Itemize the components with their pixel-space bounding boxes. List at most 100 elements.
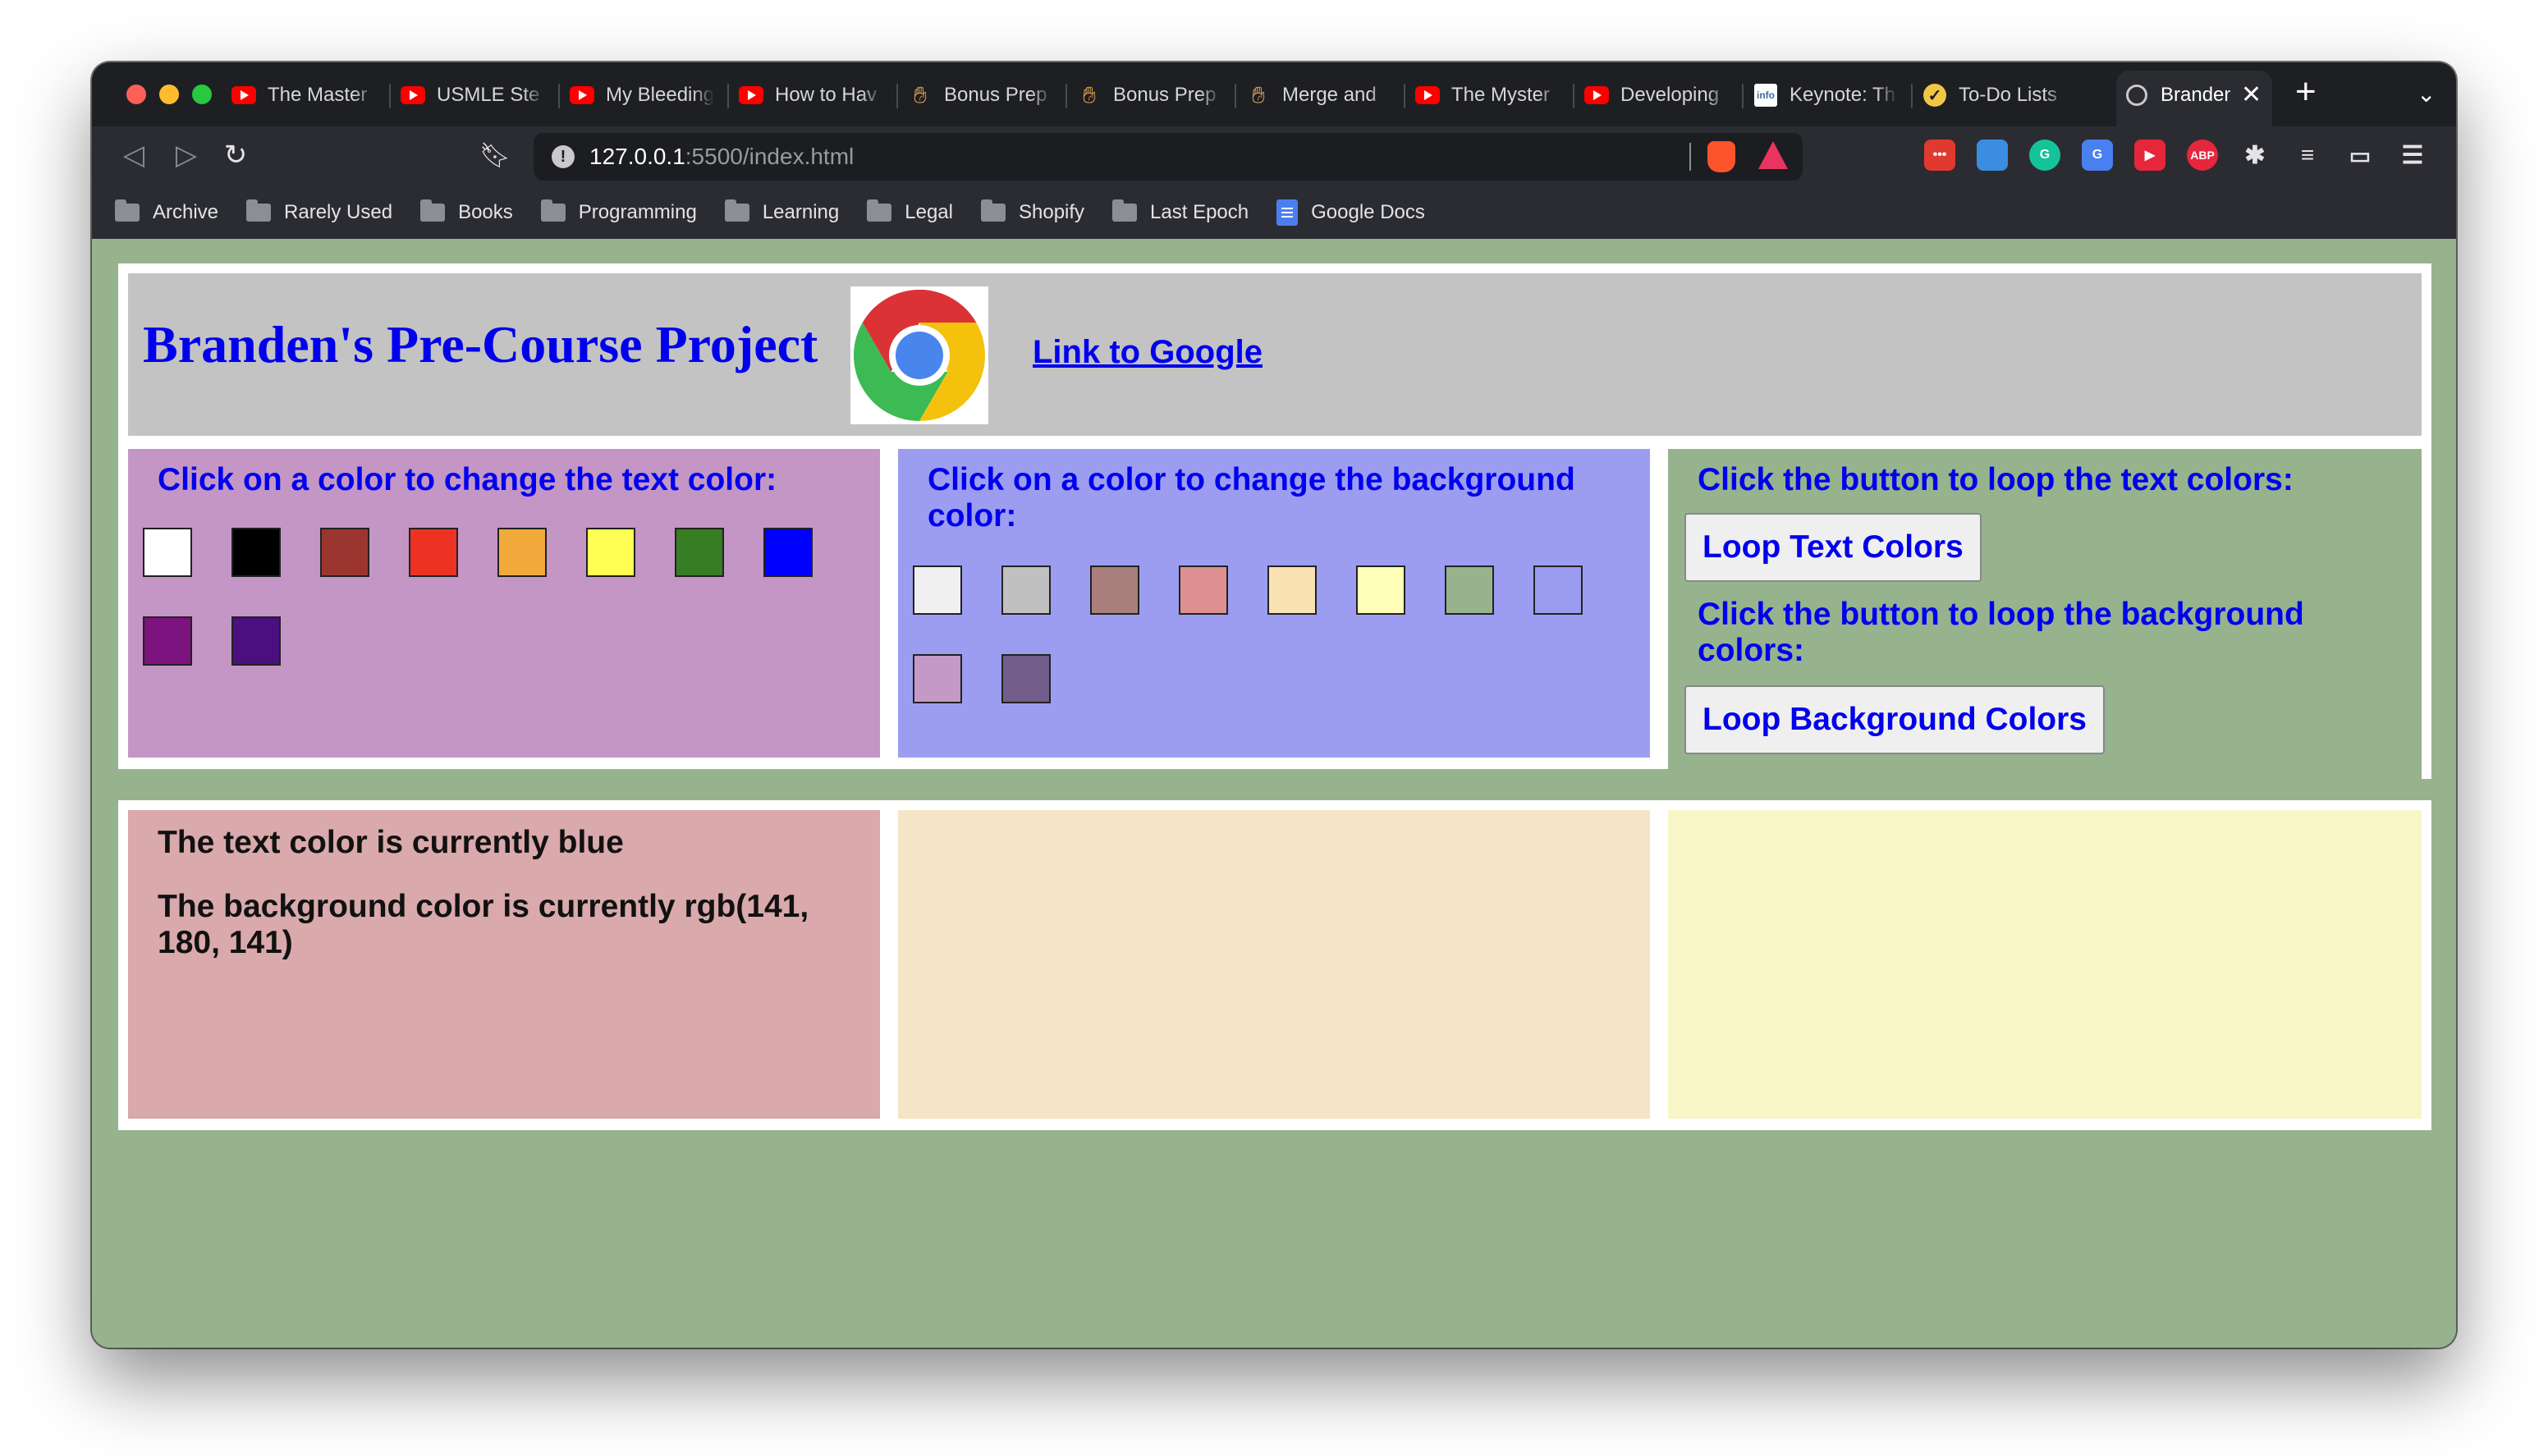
extensions-puzzle-icon[interactable]: ✱	[2239, 140, 2271, 171]
empty-panel-yellow	[1668, 810, 2422, 1119]
tab-separator	[727, 84, 729, 108]
browser-tab[interactable]: info Keynote: Th	[1753, 74, 1898, 117]
playlist-icon[interactable]: ≡	[2292, 140, 2323, 171]
bookmark-label: Programming	[578, 201, 697, 223]
bookmark-item[interactable]: Last Epoch	[1112, 199, 1249, 224]
bg-color-swatch[interactable]	[1356, 565, 1405, 615]
text-color-swatch[interactable]	[497, 528, 547, 577]
browser-tab[interactable]: ✓ To-Do Lists	[1922, 74, 2067, 117]
bg-color-swatch[interactable]	[1001, 565, 1051, 615]
extension-grammarly-icon[interactable]: G	[2029, 140, 2060, 171]
brave-rewards-icon[interactable]	[1758, 141, 1788, 169]
tab-label: The Master	[268, 84, 368, 106]
zoom-window-button[interactable]	[192, 85, 212, 104]
folder-icon	[540, 199, 566, 222]
browser-tab[interactable]: The Master	[231, 74, 376, 117]
bg-color-swatch[interactable]	[1267, 565, 1317, 615]
extension-media-icon[interactable]: ▶	[2134, 140, 2165, 171]
bg-color-swatch[interactable]	[1445, 565, 1494, 615]
bg-color-swatch[interactable]	[1533, 565, 1583, 615]
bookmark-label: Google Docs	[1311, 201, 1425, 223]
extension-lastpass-icon[interactable]: •••	[1924, 140, 1955, 171]
minimize-window-button[interactable]	[159, 85, 179, 104]
tab-separator	[1573, 84, 1574, 108]
loop-text-colors-button[interactable]: Loop Text Colors	[1684, 513, 1982, 582]
tab-separator	[1742, 84, 1744, 108]
bg-color-panel-title: Click on a color to change the backgroun…	[928, 462, 1575, 533]
bookmark-label: Shopify	[1018, 201, 1085, 223]
toolbar: ◁ ▷ ↻ 🔖︎ ! 127.0.0.1:5500/index.html •••…	[92, 126, 2456, 187]
bg-color-swatch[interactable]	[1001, 654, 1051, 703]
wallet-icon[interactable]: ▭	[2344, 140, 2376, 171]
browser-tab[interactable]: ✋︎ Bonus Prep	[908, 74, 1052, 117]
tab-separator	[1911, 84, 1913, 108]
address-bar[interactable]: ! 127.0.0.1:5500/index.html	[534, 133, 1803, 181]
check-icon: ✓	[1922, 83, 1947, 108]
bg-color-swatch[interactable]	[1090, 565, 1139, 615]
bookmark-item[interactable]: Legal	[867, 199, 953, 224]
extension-translate-icon[interactable]: G	[2082, 140, 2113, 171]
reload-button[interactable]: ↻	[217, 136, 254, 174]
text-color-swatch[interactable]	[409, 528, 458, 577]
new-tab-button[interactable]: +	[2295, 74, 2317, 110]
bookmark-item[interactable]: Google Docs	[1276, 199, 1425, 226]
folder-icon	[724, 199, 749, 222]
browser-tab[interactable]: How to Hav	[739, 74, 883, 117]
tab-separator	[1065, 84, 1067, 108]
bookmark-item[interactable]: Learning	[724, 199, 839, 224]
browser-tab[interactable]: The Myster	[1415, 74, 1560, 117]
google-link[interactable]: Link to Google	[1033, 334, 1263, 371]
forward-button[interactable]: ▷	[167, 136, 205, 174]
text-color-swatch[interactable]	[586, 528, 635, 577]
close-window-button[interactable]	[126, 85, 146, 104]
tab-label: Bonus Prep	[1113, 84, 1217, 106]
close-tab-icon[interactable]: ✕	[2241, 80, 2262, 109]
tab-label: Developing	[1620, 84, 1720, 106]
text-color-swatch[interactable]	[231, 528, 281, 577]
browser-tab[interactable]: ✋︎ Bonus Prep	[1077, 74, 1221, 117]
menu-icon[interactable]: ☰	[2397, 140, 2428, 171]
browser-tab[interactable]: USMLE Ste	[401, 74, 545, 117]
back-button[interactable]: ◁	[115, 136, 153, 174]
extension-adblock-icon[interactable]: ABP	[2187, 140, 2218, 171]
text-color-swatch[interactable]	[320, 528, 369, 577]
bookmark-label: Archive	[153, 201, 219, 223]
browser-tab[interactable]: Brander	[2124, 74, 2243, 117]
text-color-swatch[interactable]	[143, 528, 192, 577]
info-icon: info	[1753, 83, 1778, 108]
bookmark-item[interactable]: Programming	[540, 199, 697, 224]
browser-tab[interactable]: My Bleeding	[570, 74, 714, 117]
tab-label: Merge and	[1282, 84, 1377, 106]
brave-shield-icon[interactable]	[1707, 141, 1735, 172]
bookmark-item[interactable]: Shopify	[980, 199, 1085, 224]
extension-window-icon[interactable]	[1977, 140, 2008, 171]
page-title: Branden's Pre-Course Project	[143, 315, 818, 373]
bookmark-label: Legal	[905, 201, 953, 223]
text-color-status: The text color is currently blue	[158, 825, 624, 860]
youtube-icon	[570, 83, 594, 108]
bookmark-item[interactable]: Archive	[115, 199, 219, 224]
loop-bg-title: Click the button to loop the background …	[1698, 597, 2304, 668]
browser-tab[interactable]: Developing	[1584, 74, 1729, 117]
text-color-swatch[interactable]	[143, 616, 192, 666]
text-color-swatch[interactable]	[675, 528, 724, 577]
bookmark-item[interactable]: Rarely Used	[246, 199, 392, 224]
tab-separator	[558, 84, 560, 108]
bg-color-swatch[interactable]	[913, 654, 962, 703]
bg-color-swatch[interactable]	[913, 565, 962, 615]
folder-icon	[420, 199, 446, 222]
hand-icon: ✋︎	[914, 82, 927, 108]
tab-list-chevron-icon[interactable]: ⌄	[2417, 80, 2436, 108]
header-border: Branden's Pre-Course Project Link to Goo…	[118, 263, 2431, 439]
loop-text-title: Click the button to loop the text colors…	[1698, 462, 2294, 497]
text-color-swatch[interactable]	[231, 616, 281, 666]
bookmark-label: Last Epoch	[1150, 201, 1249, 223]
site-info-icon[interactable]: !	[552, 145, 575, 168]
bookmark-icon[interactable]: 🔖︎	[476, 136, 514, 174]
browser-tab[interactable]: ✋︎ Merge and	[1246, 74, 1391, 117]
hand-icon: ✋︎	[1252, 82, 1265, 108]
loop-background-colors-button[interactable]: Loop Background Colors	[1684, 685, 2105, 754]
bookmark-item[interactable]: Books	[420, 199, 513, 224]
text-color-swatch[interactable]	[763, 528, 813, 577]
bg-color-swatch[interactable]	[1179, 565, 1228, 615]
